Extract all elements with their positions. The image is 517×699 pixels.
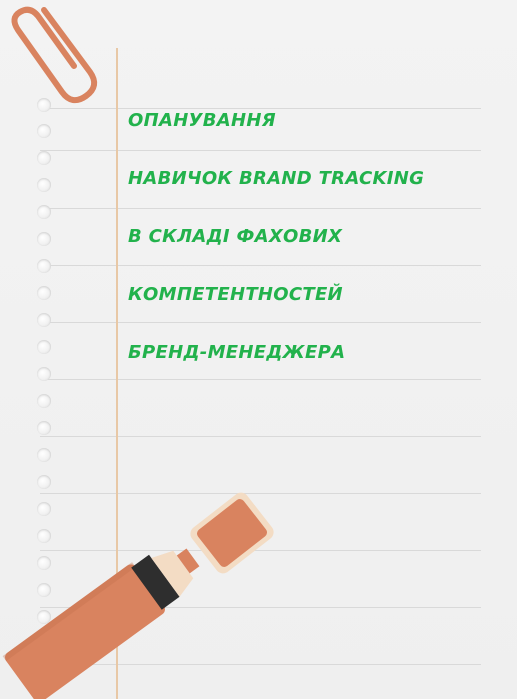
notebook-page: ОПАНУВАННЯ НАВИЧОК BRAND TRACKING В СКЛА… [0,0,517,699]
marker-cap-icon [190,492,274,574]
highlighter-marker-icon [2,548,200,699]
decorations [2,6,274,699]
paperclip-icon [11,6,98,104]
